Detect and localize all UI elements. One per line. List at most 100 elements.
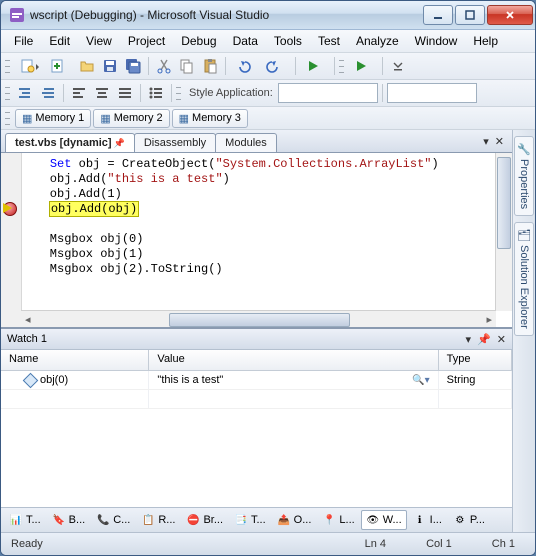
editor-gutter[interactable] [1,153,22,327]
current-line-arrow-icon [3,203,12,213]
document-tab[interactable]: Modules [215,133,277,152]
wrench-icon: 🔧 [517,143,531,156]
pin-icon[interactable]: 📌 [114,138,125,148]
maximize-button[interactable] [455,5,485,25]
list-bullet-button[interactable] [145,82,167,104]
tab-icon: 🔖 [52,513,66,527]
menu-file[interactable]: File [7,32,40,50]
toolbar-main [1,53,535,80]
titlebar[interactable]: wscript (Debugging) - Microsoft Visual S… [1,1,535,30]
bottom-tab[interactable]: 📤O... [272,510,317,530]
menu-help[interactable]: Help [466,32,505,50]
toolbar-grip[interactable] [176,84,181,102]
watch-column-header[interactable]: Type [439,350,512,370]
menu-debug[interactable]: Debug [174,32,223,50]
open-button[interactable] [76,55,98,77]
watch-dropdown[interactable]: ▾ [466,333,472,346]
toolbar-grip[interactable] [5,57,10,75]
watch-column-header[interactable]: Value [149,350,438,370]
bottom-tab[interactable]: 📍L... [317,510,359,530]
menubar: FileEditViewProjectDebugDataToolsTestAna… [1,30,535,53]
menu-tools[interactable]: Tools [267,32,309,50]
watch-column-header[interactable]: Name [1,350,149,370]
save-button[interactable] [99,55,121,77]
memory-icon: ▦ [100,112,110,125]
bottom-tab[interactable]: 🔖B... [47,510,91,530]
minimize-button[interactable] [423,5,453,25]
toolbar-grip[interactable] [5,84,10,102]
statusbar: Ready Ln 4 Col 1 Ch 1 [1,532,535,555]
memory-tab[interactable]: ▦Memory 2 [93,109,169,128]
memory-tab-bar: ▦Memory 1▦Memory 2▦Memory 3 [1,107,535,130]
tab-icon: 📋 [141,513,155,527]
watch-row[interactable]: obj(0)"this is a test"🔍▾String [1,371,512,390]
copy-button[interactable] [176,55,198,77]
toolbar-format: Style Application: [1,80,535,107]
side-tab-solution-explorer[interactable]: 🗂Solution Explorer [514,222,534,336]
status-ready: Ready [11,538,43,550]
memory-icon: ▦ [179,112,189,125]
start-debug-button[interactable] [300,55,330,77]
close-document-button[interactable]: ✕ [495,135,504,148]
tab-icon: 📍 [322,513,336,527]
target-combo[interactable] [387,83,477,103]
undo-button[interactable] [230,55,260,77]
align-justify-button[interactable] [114,82,136,104]
menu-test[interactable]: Test [311,32,347,50]
redo-button[interactable] [261,55,291,77]
variable-icon [23,372,39,388]
bottom-tab[interactable]: ℹI... [408,510,447,530]
new-item-button[interactable] [14,55,44,77]
status-line: Ln 4 [365,538,386,550]
document-tab[interactable]: test.vbs [dynamic]📌 [5,133,135,152]
bottom-tab[interactable]: 📞C... [91,510,135,530]
memory-icon: ▦ [22,112,32,125]
memory-tab[interactable]: ▦Memory 3 [172,109,248,128]
tab-list-dropdown[interactable]: ▾ [483,135,489,148]
watch-row-empty[interactable] [1,390,512,409]
toolbar-overflow[interactable] [387,55,409,77]
outdent-button[interactable] [37,82,59,104]
watch-title: Watch 1 [7,333,47,345]
visualizer-icon[interactable]: 🔍▾ [412,375,429,386]
bottom-tab[interactable]: ⚙P... [448,510,490,530]
bottom-tab[interactable]: 📋R... [136,510,180,530]
bottom-tab[interactable]: 📊T... [4,510,46,530]
continue-button[interactable] [348,55,378,77]
bottom-tab[interactable]: 👁W... [361,510,407,530]
menu-window[interactable]: Window [408,32,465,50]
style-application-combo[interactable] [278,83,378,103]
indent-button[interactable] [14,82,36,104]
tab-icon: 👁 [366,513,380,527]
menu-view[interactable]: View [79,32,119,50]
cut-button[interactable] [153,55,175,77]
tab-icon: 📞 [96,513,110,527]
watch-close-button[interactable]: ✕ [497,333,506,346]
menu-analyze[interactable]: Analyze [349,32,406,50]
menu-data[interactable]: Data [226,32,265,50]
close-button[interactable] [487,5,533,25]
side-tab-properties[interactable]: 🔧Properties [514,136,534,216]
menu-edit[interactable]: Edit [42,32,77,50]
bottom-tab[interactable]: ⛔Br... [181,510,228,530]
watch-pin-icon[interactable]: 📌 [477,333,491,346]
horizontal-scrollbar[interactable]: ◂▸ [21,310,496,327]
paste-button[interactable] [199,55,221,77]
align-center-button[interactable] [91,82,113,104]
toolbar-grip[interactable] [339,57,344,75]
bottom-tab[interactable]: 📑T... [229,510,271,530]
save-all-button[interactable] [122,55,144,77]
tab-icon: 📤 [277,513,291,527]
memory-tab[interactable]: ▦Memory 1 [15,109,91,128]
vertical-scrollbar[interactable] [495,153,512,311]
tab-icon: ⚙ [453,513,467,527]
add-item-button[interactable] [45,55,75,77]
toolbar-grip[interactable] [5,109,10,127]
style-application-label: Style Application: [189,87,273,99]
folder-icon: 🗂 [517,229,531,242]
side-tab-well: 🔧Properties 🗂Solution Explorer [512,130,535,532]
document-tab[interactable]: Disassembly [134,133,216,152]
align-left-button[interactable] [68,82,90,104]
code-editor[interactable]: Set obj = CreateObject("System.Collectio… [1,153,512,328]
menu-project[interactable]: Project [121,32,172,50]
